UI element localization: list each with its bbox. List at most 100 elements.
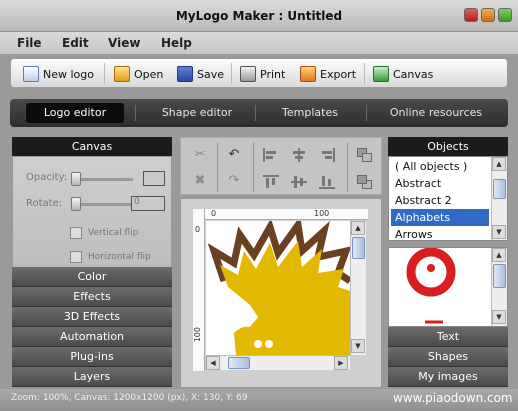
logo-eye-right — [265, 340, 273, 348]
export-label: Export — [320, 67, 357, 81]
maximize-button[interactable] — [481, 8, 495, 22]
panel-automation[interactable]: Automation — [12, 327, 172, 347]
panel-my-images[interactable]: My images — [388, 367, 508, 387]
canvas-button[interactable]: Canvas — [373, 64, 433, 84]
logo-artwork[interactable] — [206, 221, 350, 355]
tab-online-resources[interactable]: Online resources — [372, 103, 500, 123]
align-right-icon[interactable] — [319, 148, 335, 162]
objects-panel-header[interactable]: Objects — [388, 137, 508, 156]
preview-scrollbar[interactable]: ▲ ▼ — [491, 248, 507, 326]
preview-scroll-thumb[interactable] — [493, 264, 506, 288]
ruler-left-mark-100: 100 — [193, 327, 202, 343]
scissors-icon[interactable]: ✂ — [191, 146, 209, 164]
opacity-slider-handle[interactable] — [71, 172, 81, 186]
delete-icon[interactable]: ✖ — [191, 172, 209, 190]
new-logo-icon — [23, 66, 39, 82]
toolbar-separator — [104, 63, 105, 85]
opacity-value-field[interactable] — [143, 171, 165, 186]
align-middle-icon[interactable] — [291, 175, 307, 189]
canvas-label: Canvas — [393, 67, 434, 81]
list-item-selected[interactable]: Alphabets — [391, 209, 489, 226]
tab-templates[interactable]: Templates — [260, 103, 360, 123]
scroll-right-icon[interactable]: ▶ — [334, 356, 348, 370]
undo-icon[interactable]: ↶ — [225, 146, 243, 164]
tab-logo-editor[interactable]: Logo editor — [26, 103, 124, 123]
align-left-icon[interactable] — [263, 148, 279, 162]
right-panel: Objects ( All objects ) Abstract Abstrac… — [388, 137, 508, 387]
send-to-back-icon[interactable] — [357, 175, 373, 189]
horizontal-flip-checkbox[interactable] — [70, 251, 82, 263]
minimize-button[interactable] — [464, 8, 478, 22]
print-button[interactable]: Print — [240, 64, 285, 84]
export-button[interactable]: Export — [300, 64, 356, 84]
menu-file[interactable]: File — [17, 36, 42, 50]
redo-icon[interactable]: ↷ — [225, 172, 243, 190]
tab-separator — [366, 105, 367, 121]
panel-effects[interactable]: Effects — [12, 287, 172, 307]
canvas-icon — [373, 66, 389, 82]
canvas-vertical-scrollbar[interactable]: ▲ ▼ — [350, 221, 366, 355]
menu-view[interactable]: View — [108, 36, 140, 50]
toolbox-separator — [347, 142, 348, 192]
toolbox-separator — [217, 142, 218, 192]
bring-to-front-icon[interactable] — [357, 148, 373, 162]
canvas-horizontal-scrollbar[interactable]: ◀ ▶ — [206, 355, 350, 370]
tab-shape-editor[interactable]: Shape editor — [142, 103, 252, 123]
panel-shapes[interactable]: Shapes — [388, 347, 508, 367]
scroll-left-icon[interactable]: ◀ — [206, 356, 220, 370]
align-center-icon[interactable] — [291, 148, 307, 162]
open-button[interactable]: Open — [114, 64, 163, 84]
menu-bar: File Edit View Help — [0, 32, 518, 54]
list-item[interactable]: Arrows — [391, 226, 489, 243]
list-item[interactable]: ( All objects ) — [391, 158, 489, 175]
printer-icon — [240, 66, 256, 82]
objects-category-list[interactable]: ( All objects ) Abstract Abstract 2 Alph… — [388, 156, 508, 241]
rotate-value-field[interactable]: 0 — [131, 196, 165, 211]
scroll-down-icon[interactable]: ▼ — [492, 310, 506, 324]
open-label: Open — [134, 67, 164, 81]
panel-text[interactable]: Text — [388, 327, 508, 347]
menu-help[interactable]: Help — [161, 36, 192, 50]
ruler-mark-0: 0 — [211, 209, 217, 218]
list-item[interactable]: Abstract 2 — [391, 192, 489, 209]
scroll-up-icon[interactable]: ▲ — [492, 157, 506, 171]
rotate-slider-handle[interactable] — [71, 197, 81, 211]
scroll-down-icon[interactable]: ▼ — [492, 225, 506, 239]
toolbox-separator — [253, 142, 254, 192]
vertical-flip-checkbox[interactable] — [70, 227, 82, 239]
horizontal-scroll-thumb[interactable] — [228, 357, 250, 369]
alphabet-preview-artwork[interactable] — [389, 248, 491, 326]
save-button[interactable]: Save — [177, 64, 224, 84]
align-bottom-icon[interactable] — [319, 175, 335, 189]
list-scroll-thumb[interactable] — [493, 179, 506, 199]
scroll-up-icon[interactable]: ▲ — [351, 221, 365, 235]
vertical-scroll-thumb[interactable] — [352, 237, 365, 259]
window-title: MyLogo Maker : Untitled — [175, 9, 343, 23]
ruler-left-mark-0: 0 — [195, 225, 201, 234]
floppy-disk-icon — [177, 66, 193, 82]
main-toolbar: New logo Open Save Print Export Canvas — [10, 58, 508, 88]
list-scrollbar[interactable]: ▲ ▼ — [491, 157, 507, 240]
list-item[interactable]: Abstract — [391, 175, 489, 192]
logo-eye-left — [254, 340, 262, 348]
new-logo-button[interactable]: New logo — [23, 64, 94, 84]
print-label: Print — [260, 67, 286, 81]
logo-drawing-area[interactable] — [206, 221, 350, 355]
panel-3d-effects[interactable]: 3D Effects — [12, 307, 172, 327]
scroll-up-icon[interactable]: ▲ — [492, 248, 506, 262]
panel-plug-ins[interactable]: Plug-ins — [12, 347, 172, 367]
horizontal-flip-label: Horizontal flip — [88, 252, 151, 262]
vertical-ruler: 0 100 — [193, 209, 205, 371]
object-preview[interactable]: ▲ ▼ — [388, 247, 508, 327]
close-button[interactable] — [498, 8, 512, 22]
panel-color[interactable]: Color — [12, 267, 172, 287]
rotate-label: Rotate: — [26, 198, 63, 209]
scroll-down-icon[interactable]: ▼ — [351, 339, 365, 353]
ruler-mark-100: 100 — [314, 209, 330, 218]
align-top-icon[interactable] — [263, 175, 279, 189]
toolbar-separator — [231, 63, 232, 85]
canvas-panel-header[interactable]: Canvas — [12, 137, 172, 156]
panel-layers[interactable]: Layers — [12, 367, 172, 387]
menu-edit[interactable]: Edit — [62, 36, 89, 50]
save-label: Save — [197, 67, 225, 81]
